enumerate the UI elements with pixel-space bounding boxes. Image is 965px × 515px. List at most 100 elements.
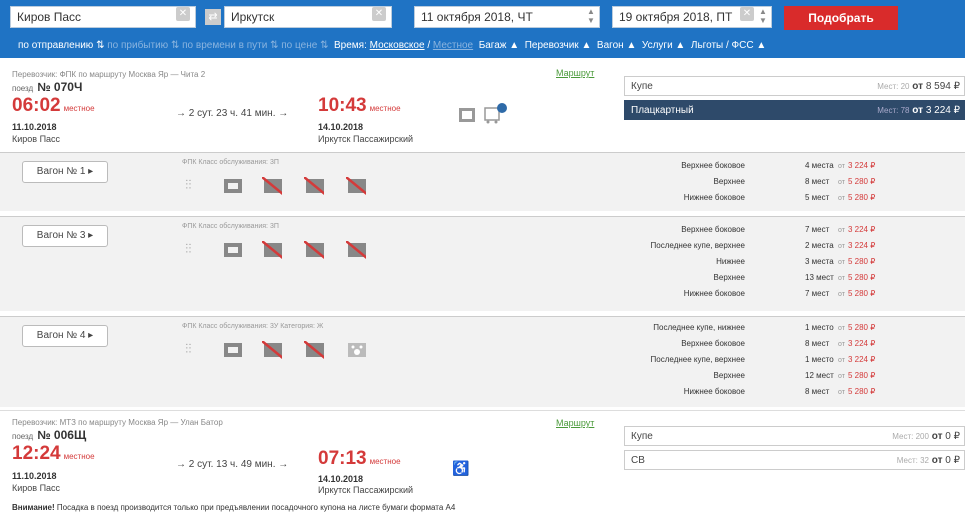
no-tv-icon (304, 241, 324, 259)
route-link[interactable]: Маршрут (556, 68, 594, 78)
class-price: Мест: 78 от 3 224 ₽ (877, 105, 960, 116)
departure-date: 11.10.2018 (12, 122, 57, 132)
train-number: поезд № 006Щ (12, 428, 87, 442)
seat-row[interactable]: Верхнее 13 мест от 5 280 ₽ (600, 273, 965, 287)
sort-duration-link[interactable]: по времени в пути (182, 40, 267, 51)
filter-carrier[interactable]: Перевозчик ▲ (525, 40, 592, 51)
class-row-platskart[interactable]: Плацкартный Мест: 78 от 3 224 ₽ (624, 100, 965, 120)
seat-row[interactable]: Верхнее 12 мест от 5 280 ₽ (600, 371, 965, 385)
no-ac-icon (262, 341, 282, 359)
arrival-time: 10:43 местное (318, 95, 401, 116)
wagon-4-button[interactable]: Вагон № 4 ▸ (22, 325, 108, 347)
seat-row[interactable]: Нижнее боковое 8 мест от 5 280 ₽ (600, 387, 965, 401)
class-row-sv[interactable]: СВ Мест: 32 от 0 ₽ (624, 450, 965, 470)
seat-row[interactable]: Нижнее боковое 7 мест от 5 280 ₽ (600, 289, 965, 303)
departure-time: 06:02 местное (12, 95, 95, 116)
bedding-icon (224, 179, 242, 193)
class-price: Мест: 32 от 0 ₽ (896, 455, 960, 466)
wagon-block-1: Вагон № 1 ▸ ФПК Класс обслуживания: 3П ⫶… (0, 152, 965, 211)
filter-baggage[interactable]: Багаж ▲ (479, 40, 519, 51)
trip-duration: → 2 сут. 23 ч. 41 мин. → (176, 108, 289, 119)
no-tv-icon (304, 177, 324, 195)
departure-date: 11.10.2018 (12, 471, 57, 481)
date-there-stepper-icon[interactable]: ▲ ▼ (586, 7, 596, 25)
date-back-stepper-icon[interactable]: ▲ ▼ (758, 7, 768, 25)
seat-row[interactable]: Верхнее боковое 4 места от 3 224 ₽ (600, 161, 965, 175)
bedding-icon (224, 343, 242, 357)
seat-row[interactable]: Последнее купе, нижнее 1 место от 5 280 ₽ (600, 323, 965, 337)
class-price: Мест: 200 от 0 ₽ (892, 431, 960, 442)
seat-row[interactable]: Нижнее 3 места от 5 280 ₽ (600, 257, 965, 271)
sort-arrival-link[interactable]: по прибытию (107, 40, 168, 51)
seat-row[interactable]: Верхнее 8 мест от 5 280 ₽ (600, 177, 965, 191)
class-price: Мест: 20 от 8 594 ₽ (877, 81, 960, 92)
time-label: Время: (334, 40, 367, 51)
wagon-3-button[interactable]: Вагон № 3 ▸ (22, 225, 108, 247)
bedding-icon (224, 243, 242, 257)
route-link[interactable]: Маршрут (556, 418, 594, 428)
seat-row[interactable]: Нижнее боковое 5 мест от 5 280 ₽ (600, 193, 965, 207)
seat-row[interactable]: Последнее купе, верхнее 2 места от 3 224 ₽ (600, 241, 965, 255)
seat-row[interactable]: Верхнее боковое 7 мест от 3 224 ₽ (600, 225, 965, 239)
train-number: поезд № 070Ч (12, 80, 83, 94)
class-row-kupe[interactable]: Купе Мест: 20 от 8 594 ₽ (624, 76, 965, 96)
filter-services[interactable]: Услуги ▲ (642, 40, 685, 51)
clear-to-icon[interactable]: ✕ (372, 7, 386, 21)
sort-icon: ⇅ (270, 40, 279, 51)
filter-benefits[interactable]: Льготы / ФСС ▲ (691, 40, 766, 51)
no-food-icon: ⫶⫶ (185, 341, 192, 356)
swap-stations-icon[interactable]: ⇄ (205, 9, 221, 25)
seat-row[interactable]: Верхнее боковое 8 мест от 3 224 ₽ (600, 339, 965, 353)
class-name: Плацкартный (631, 105, 694, 116)
wagon-meta: ФПК Класс обслуживания: 3П (182, 223, 279, 230)
class-row-kupe[interactable]: Купе Мест: 200 от 0 ₽ (624, 426, 965, 446)
sort-departure-link[interactable]: по отправлению (18, 40, 93, 51)
carrier-info: Перевозчик: ФПК по маршруту Москва Яр — … (12, 70, 206, 79)
clear-from-icon[interactable]: ✕ (176, 7, 190, 21)
departure-time: 12:24 местное (12, 443, 95, 464)
arrival-date: 14.10.2018 (318, 122, 364, 132)
departure-station: Киров Пасс (12, 483, 61, 493)
trip-duration: → 2 сут. 13 ч. 49 мин. → (176, 459, 289, 470)
find-button[interactable]: Подобрать (784, 6, 898, 30)
wagon-scheme-icon[interactable] (484, 102, 510, 124)
class-name: СВ (631, 455, 645, 466)
departure-station: Киров Пасс (12, 134, 61, 144)
wheelchair-icon: ♿ (452, 460, 470, 476)
time-moscow-link[interactable]: Московское (370, 40, 425, 51)
wagon-meta: ФПК Класс обслуживания: 3У Категория: Ж (182, 323, 324, 330)
arrival-station: Иркутск Пассажирский (318, 134, 413, 144)
date-there-input[interactable]: 11 октября 2018, ЧТ (414, 6, 600, 28)
carrier-info: Перевозчик: МТЗ по маршруту Москва Яр — … (12, 418, 223, 427)
divider (0, 410, 965, 411)
sort-icon: ⇅ (170, 40, 180, 51)
class-name: Купе (631, 81, 653, 92)
pets-allowed-icon (348, 343, 366, 357)
from-station-input[interactable]: Киров Пасс (10, 6, 196, 28)
wagon-block-4: Вагон № 4 ▸ ФПК Класс обслуживания: 3У К… (0, 316, 965, 407)
no-food-icon: ⫶⫶ (185, 177, 192, 192)
class-name: Купе (631, 431, 653, 442)
filter-wagon[interactable]: Вагон ▲ (597, 40, 636, 51)
to-station-input[interactable]: Иркутск (224, 6, 392, 28)
no-tv-icon (304, 341, 324, 359)
wagon-meta: ФПК Класс обслуживания: 3П (182, 159, 279, 166)
arrival-date: 14.10.2018 (318, 474, 364, 484)
search-bar: Киров Пасс ✕ ⇄ Иркутск ✕ 11 октября 2018… (0, 0, 965, 58)
filter-bar: по отправлению ⇅ по прибытию ⇅ по времен… (18, 40, 767, 51)
seat-row[interactable]: Последнее купе, верхнее 1 место от 3 224 ₽ (600, 355, 965, 369)
no-pets-icon (346, 241, 366, 259)
no-food-icon: ⫶⫶ (185, 241, 192, 256)
electronic-registration-icon (459, 108, 475, 122)
sort-icon: ⇅ (320, 40, 329, 51)
no-ac-icon (262, 177, 282, 195)
time-local-link[interactable]: Местное (433, 40, 473, 51)
arrival-time: 07:13 местное (318, 448, 401, 469)
sort-icon: ⇅ (96, 40, 105, 51)
wagon-1-button[interactable]: Вагон № 1 ▸ (22, 161, 108, 183)
sort-price-link[interactable]: по цене (281, 40, 317, 51)
no-ac-icon (262, 241, 282, 259)
clear-date-back-icon[interactable]: ✕ (740, 7, 754, 21)
boarding-notice: Внимание! Посадка в поезд производится т… (12, 503, 456, 512)
wagon-block-3: Вагон № 3 ▸ ФПК Класс обслуживания: 3П ⫶… (0, 216, 965, 311)
